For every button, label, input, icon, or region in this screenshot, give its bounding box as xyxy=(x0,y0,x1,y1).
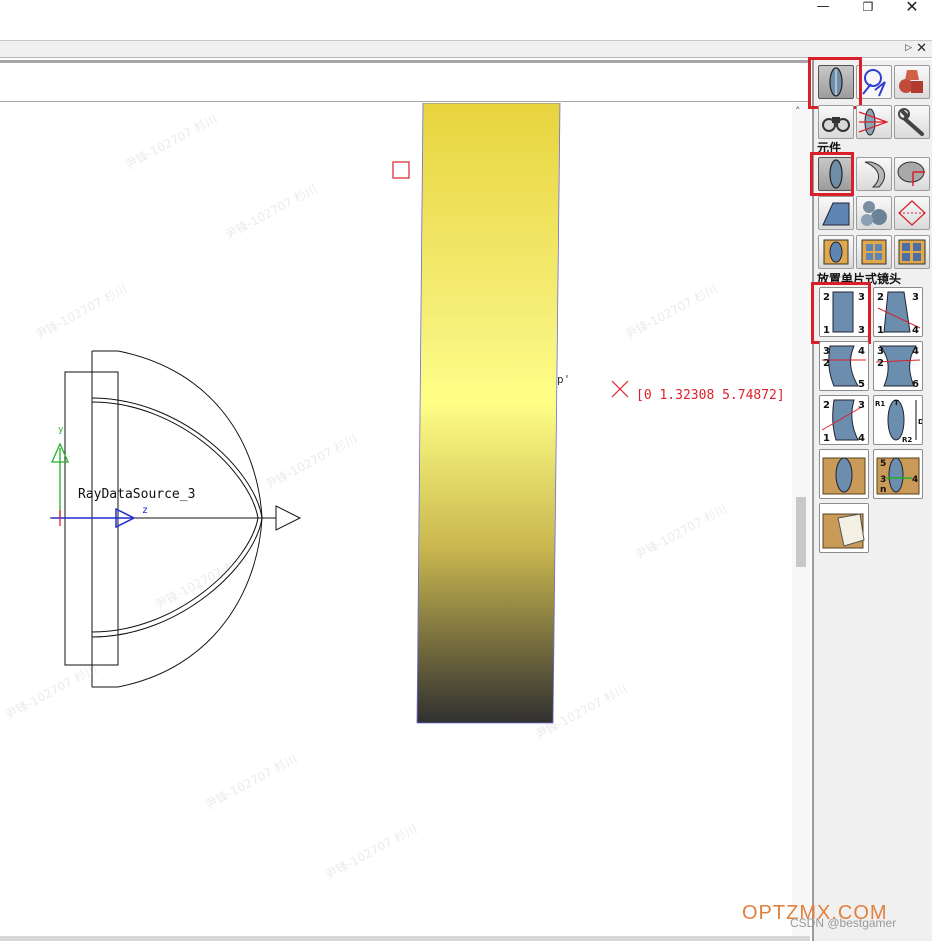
svg-text:R2: R2 xyxy=(902,436,912,444)
svg-text:1: 1 xyxy=(823,433,830,444)
lens-folder-tool-button[interactable] xyxy=(819,449,869,499)
svg-text:4: 4 xyxy=(912,475,918,485)
close-panel-icon[interactable]: ✕ xyxy=(916,41,927,56)
svg-text:1: 1 xyxy=(877,325,884,336)
surface-tool-button[interactable] xyxy=(894,157,930,191)
mirror-icon xyxy=(864,161,886,188)
radius-lens-tool-button[interactable]: R1 T R2 D xyxy=(873,395,924,445)
svg-text:n: n xyxy=(880,485,886,495)
block-icon xyxy=(823,239,849,265)
prism-tool-button[interactable] xyxy=(818,196,854,230)
svg-text:3: 3 xyxy=(880,475,886,485)
solids-tool-button[interactable] xyxy=(894,65,930,99)
multi-block-tool-button[interactable] xyxy=(894,235,930,269)
block-tool-button[interactable] xyxy=(818,235,854,269)
wireframe-lens[interactable] xyxy=(64,350,263,688)
raytrace-tool-button[interactable] xyxy=(856,105,892,139)
axis-arrow-icon xyxy=(275,505,302,531)
solids-icon xyxy=(899,70,923,93)
spheres-icon xyxy=(861,201,887,226)
aperture-tool-button[interactable] xyxy=(894,196,930,230)
wedge-lens-tool-button[interactable]: 2 3 1 4 xyxy=(873,287,923,337)
svg-text:4: 4 xyxy=(912,325,919,336)
svg-text:3: 3 xyxy=(912,292,919,303)
surface-icon xyxy=(897,161,925,186)
svg-text:3: 3 xyxy=(877,346,884,357)
wrench-tool-button[interactable] xyxy=(894,105,930,139)
highlight-box xyxy=(810,152,854,196)
minimize-button[interactable]: — xyxy=(808,0,838,16)
stray-label: p' xyxy=(557,373,571,386)
inner-surface-2 xyxy=(91,401,259,633)
bent-lens-tool-button[interactable]: 3 4 2 5 xyxy=(819,341,869,391)
aperture-icon xyxy=(898,200,926,226)
svg-text:R1: R1 xyxy=(875,400,885,408)
wrench-icon xyxy=(898,108,924,136)
credit-text: CSDN @bestgamer xyxy=(790,916,897,930)
multi-lens-folder-icon: 5 3 n 4 xyxy=(876,457,920,495)
svg-text:5: 5 xyxy=(880,459,886,469)
viewport-drawing xyxy=(50,103,629,724)
tilted-lens-tool-button[interactable]: 2 3 1 4 xyxy=(819,395,869,445)
horizontal-scrollbar[interactable] xyxy=(0,936,810,941)
panel-title-bar: ▷ ✕ xyxy=(0,40,932,58)
binoculars-icon xyxy=(822,117,850,132)
scroll-up-icon[interactable]: ˄ xyxy=(795,105,801,118)
svg-text:2: 2 xyxy=(823,400,830,411)
raytrace-icon xyxy=(858,108,889,136)
z-axis-label: z xyxy=(142,505,149,516)
radius-lens-icon: R1 T R2 D xyxy=(875,399,924,444)
vertical-scrollbar[interactable]: ˄ xyxy=(792,103,810,938)
grid-block-tool-button[interactable] xyxy=(856,235,892,269)
restore-button[interactable]: ❐ xyxy=(853,0,883,16)
binoculars-tool-button[interactable] xyxy=(818,105,854,139)
lens-folder-icon xyxy=(822,457,866,495)
grid-block-icon xyxy=(861,239,887,265)
svg-text:6: 6 xyxy=(912,379,919,390)
svg-text:3: 3 xyxy=(823,346,830,357)
concave-lens-6pt-icon: 3 4 2 6 xyxy=(875,345,921,390)
svg-text:4: 4 xyxy=(912,346,919,357)
close-window-button[interactable]: ✕ xyxy=(897,0,927,16)
highlight-box xyxy=(808,57,862,109)
bent-lens-5pt-icon: 3 4 2 5 xyxy=(822,345,866,390)
svg-text:T: T xyxy=(894,399,899,407)
shaded-lens-element[interactable] xyxy=(416,103,561,724)
prism-icon xyxy=(822,202,850,226)
svg-text:2: 2 xyxy=(877,292,884,303)
wedge-lens-4pt-icon: 2 3 1 4 xyxy=(877,291,921,336)
spheres-tool-button[interactable] xyxy=(856,196,892,230)
tilted-lens-4pt-icon: 2 3 1 4 xyxy=(821,399,865,444)
multi-lens-folder-tool-button[interactable]: 5 3 n 4 xyxy=(873,449,923,499)
svg-text:5: 5 xyxy=(858,379,865,390)
svg-text:2: 2 xyxy=(877,358,884,369)
highlight-box xyxy=(811,282,871,344)
tool-palette: 元件 放置单片式镜头 2 3 1 3 2 3 1 4 3 4 2 5 3 4 2… xyxy=(808,57,932,941)
scroll-thumb[interactable] xyxy=(796,497,806,567)
svg-text:3: 3 xyxy=(858,400,865,411)
pin-panel-icon[interactable]: ▷ xyxy=(905,43,912,53)
app-window: — ❐ ✕ ▷ ✕ RayDataSource_3 z y p' [0 1.32… xyxy=(0,0,932,941)
mirror-tool-button[interactable] xyxy=(856,157,892,191)
open-folder-icon xyxy=(822,513,865,549)
y-axis-label: y xyxy=(58,425,64,435)
open-folder-tool-button[interactable] xyxy=(819,503,869,553)
concave-lens-tool-button[interactable]: 3 4 2 6 xyxy=(873,341,923,391)
svg-text:D: D xyxy=(918,418,922,426)
coordinate-readout: [0 1.32308 5.74872] xyxy=(636,388,785,403)
layout-viewport[interactable]: RayDataSource_3 z y p' [0 1.32308 5.7487… xyxy=(0,103,792,938)
svg-text:2: 2 xyxy=(823,358,830,369)
probe-icon xyxy=(862,69,886,97)
svg-text:4: 4 xyxy=(858,346,865,357)
multi-block-icon xyxy=(898,239,926,265)
document-toolbar xyxy=(0,60,810,102)
svg-text:4: 4 xyxy=(858,433,865,444)
source-label[interactable]: RayDataSource_3 xyxy=(78,487,195,502)
marker-square-icon xyxy=(392,161,410,179)
